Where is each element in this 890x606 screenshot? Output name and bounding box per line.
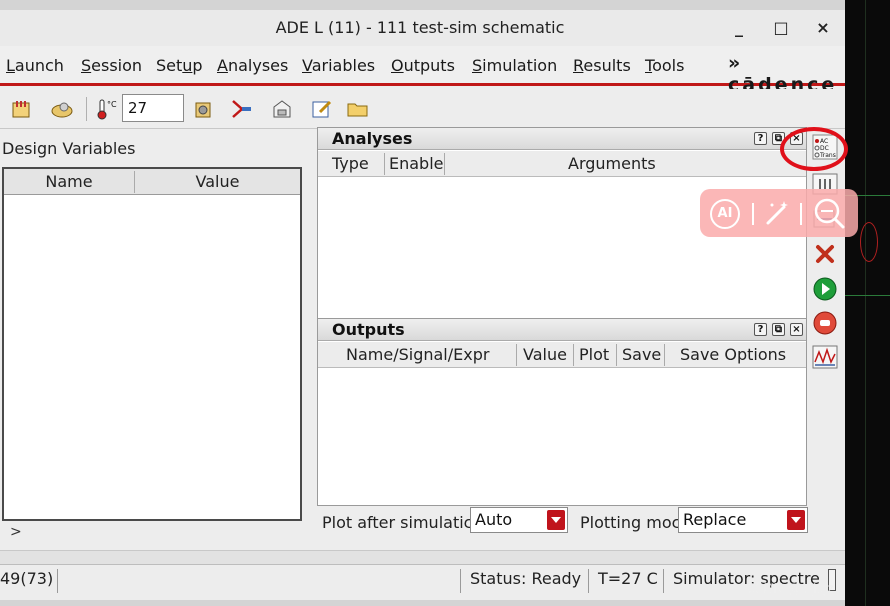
analyses-panel-titlebar: Analyses ? ⧉ × xyxy=(318,128,806,150)
temperature-icon: °C xyxy=(97,99,117,120)
probe-icon[interactable] xyxy=(230,97,254,121)
plot-after-simulation-label: Plot after simulatic xyxy=(322,513,470,532)
plot-after-simulation-select[interactable]: Auto xyxy=(470,507,568,533)
column-value[interactable]: Value xyxy=(523,345,567,364)
temperature-status: T=27 C xyxy=(598,569,658,588)
outputs-panel-title: Outputs xyxy=(332,320,405,339)
analyses-header: Type Enable Arguments xyxy=(318,151,806,177)
column-save-options[interactable]: Save Options xyxy=(680,345,786,364)
desktop-background xyxy=(845,0,890,606)
status-text: Status: Ready xyxy=(470,569,582,588)
column-type[interactable]: Type xyxy=(332,154,369,173)
temperature-input[interactable] xyxy=(122,94,184,122)
menu-tools[interactable]: Tools xyxy=(645,56,684,75)
title-bar: ADE L (11) - 111 test-sim schematic _ □ … xyxy=(0,10,845,46)
save-icon[interactable] xyxy=(270,97,294,121)
outputs-panel-titlebar: Outputs ? ⧉ × xyxy=(318,319,806,341)
chevron-down-icon xyxy=(787,510,805,530)
command-count: 49(73) xyxy=(0,569,54,588)
close-button[interactable]: × xyxy=(810,16,836,40)
plotting-mode-label: Plotting moc xyxy=(580,513,678,532)
column-enable[interactable]: Enable xyxy=(389,154,444,173)
annotation-circle xyxy=(780,127,848,171)
close-panel-icon[interactable]: × xyxy=(790,323,803,336)
minimize-button[interactable]: _ xyxy=(726,16,752,40)
outputs-panel: Outputs ? ⧉ × Name/Signal/Expr Value Plo… xyxy=(317,318,807,506)
column-save[interactable]: Save xyxy=(622,345,661,364)
menu-launch[interactable]: Launch xyxy=(6,56,64,75)
schematic-icon[interactable] xyxy=(10,97,34,121)
ai-button[interactable]: AI xyxy=(710,199,740,229)
outputs-header: Name/Signal/Expr Value Plot Save Save Op… xyxy=(318,342,806,368)
column-name[interactable]: Name xyxy=(4,172,134,191)
folder-icon[interactable] xyxy=(346,97,370,121)
expand-arrow[interactable]: > xyxy=(10,524,22,540)
help-icon[interactable]: ? xyxy=(754,323,767,336)
svg-text:°C: °C xyxy=(107,100,117,109)
column-arguments[interactable]: Arguments xyxy=(568,154,656,173)
menu-variables[interactable]: Variables xyxy=(302,56,375,75)
column-name-signal-expr[interactable]: Name/Signal/Expr xyxy=(346,345,489,364)
stop-simulation-icon[interactable] xyxy=(812,310,838,336)
setup-icon[interactable] xyxy=(192,97,216,121)
help-icon[interactable]: ? xyxy=(754,132,767,145)
design-variables-header: Name Value xyxy=(4,169,300,195)
plotting-mode-select[interactable]: Replace xyxy=(678,507,808,533)
analyses-panel-title: Analyses xyxy=(332,129,413,148)
column-value[interactable]: Value xyxy=(135,172,300,191)
watermark: CSDN @ : jsjz xyxy=(746,582,834,597)
plot-outputs-icon[interactable] xyxy=(812,344,838,370)
zoom-search-icon[interactable] xyxy=(812,197,846,229)
menu-session[interactable]: Session xyxy=(81,56,142,75)
chevron-down-icon xyxy=(547,510,565,530)
open-state-icon[interactable] xyxy=(50,97,74,121)
menu-outputs[interactable]: Outputs xyxy=(391,56,455,75)
menu-setup[interactable]: Setup xyxy=(156,56,203,75)
float-icon[interactable]: ⧉ xyxy=(772,323,785,336)
menu-analyses[interactable]: Analyses xyxy=(217,56,288,75)
status-bar: 49(73) Status: Ready T=27 C Simulator: s… xyxy=(0,564,845,596)
maximize-button[interactable]: □ xyxy=(768,16,794,40)
design-variables-title: Design Variables xyxy=(2,139,136,158)
menu-results[interactable]: Results xyxy=(573,56,631,75)
horizontal-scrollbar[interactable] xyxy=(0,550,845,564)
menu-bar: Launch Session Setup Analyses Variables … xyxy=(0,46,845,96)
toolbar: °C xyxy=(0,89,845,129)
ai-assistant-toolbar: AI xyxy=(700,189,858,237)
menu-simulation[interactable]: Simulation xyxy=(472,56,557,75)
edit-icon[interactable] xyxy=(310,97,334,121)
run-simulation-icon[interactable] xyxy=(812,276,838,302)
column-plot[interactable]: Plot xyxy=(579,345,609,364)
magic-wand-icon[interactable] xyxy=(764,199,792,227)
delete-icon[interactable] xyxy=(812,241,838,267)
window-title: ADE L (11) - 111 test-sim schematic xyxy=(275,18,565,37)
ade-window: ADE L (11) - 111 test-sim schematic _ □ … xyxy=(0,10,845,600)
design-variables-table[interactable]: Name Value xyxy=(2,167,302,521)
